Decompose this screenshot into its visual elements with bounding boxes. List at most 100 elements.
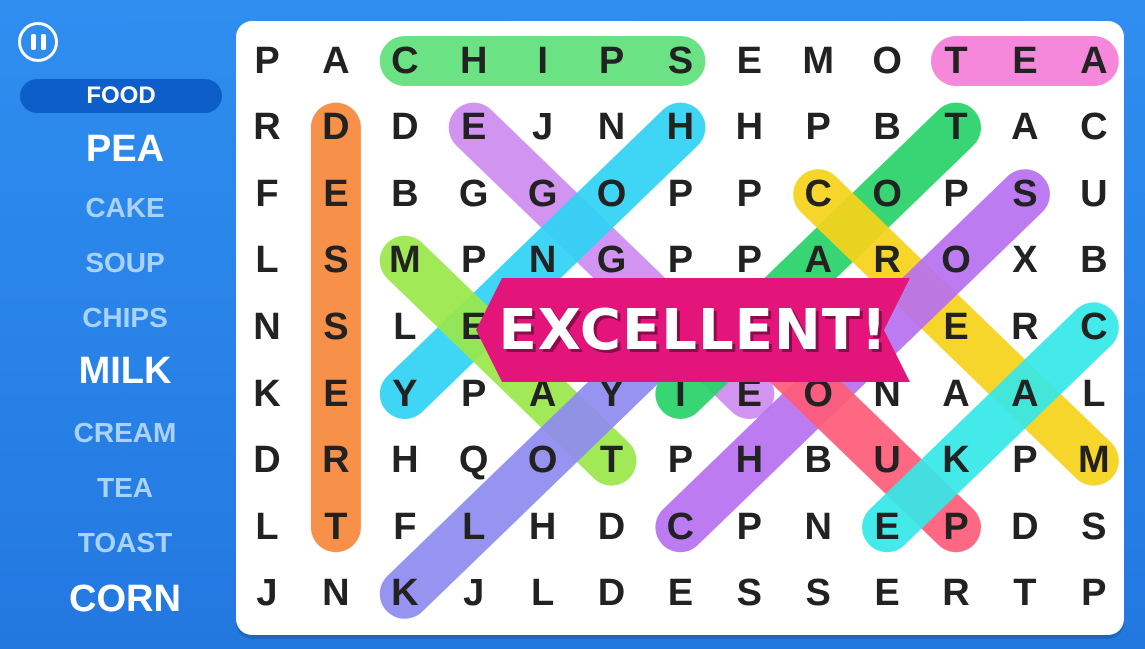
letter-cell[interactable]: E (441, 95, 507, 161)
letter-cell[interactable]: G (510, 161, 576, 227)
letter-cell[interactable]: P (647, 428, 713, 494)
letter-cell[interactable]: D (372, 95, 438, 161)
letter-cell[interactable]: C (1061, 294, 1127, 360)
letter-cell[interactable]: H (716, 428, 782, 494)
letter-cell[interactable]: A (992, 361, 1058, 427)
letter-cell[interactable]: H (716, 95, 782, 161)
letter-cell[interactable]: R (234, 95, 300, 161)
letter-cell[interactable]: E (303, 161, 369, 227)
letter-cell[interactable]: F (234, 161, 300, 227)
letter-cell[interactable]: P (923, 494, 989, 560)
letter-cell[interactable]: N (234, 294, 300, 360)
letter-cell[interactable]: G (441, 161, 507, 227)
letter-cell[interactable]: T (303, 494, 369, 560)
letter-cell[interactable]: M (1061, 428, 1127, 494)
letter-cell[interactable]: P (647, 161, 713, 227)
letter-cell[interactable]: R (923, 561, 989, 627)
letter-cell[interactable]: O (510, 428, 576, 494)
letter-cell[interactable]: L (441, 494, 507, 560)
letter-cell[interactable]: S (1061, 494, 1127, 560)
letter-cell[interactable]: S (716, 561, 782, 627)
letter-cell[interactable]: P (716, 494, 782, 560)
pause-icon-bar (40, 34, 46, 50)
letter-cell[interactable]: O (854, 161, 920, 227)
letter-cell[interactable]: S (992, 161, 1058, 227)
letter-cell[interactable]: E (303, 361, 369, 427)
letter-cell[interactable]: C (647, 494, 713, 560)
letter-cell[interactable]: D (992, 494, 1058, 560)
letter-cell[interactable]: X (992, 228, 1058, 294)
letter-cell[interactable]: D (579, 494, 645, 560)
letter-cell[interactable]: O (579, 161, 645, 227)
letter-cell[interactable]: P (992, 428, 1058, 494)
letter-cell[interactable]: M (372, 228, 438, 294)
letter-cell[interactable]: E (923, 294, 989, 360)
letter-cell[interactable]: L (1061, 361, 1127, 427)
letter-cell[interactable]: S (785, 561, 851, 627)
letter-cell[interactable]: K (923, 428, 989, 494)
letter-cell[interactable]: C (1061, 95, 1127, 161)
letter-cell[interactable]: C (785, 161, 851, 227)
letter-cell[interactable]: D (234, 428, 300, 494)
letter-cell[interactable]: H (510, 494, 576, 560)
letter-cell[interactable]: F (372, 494, 438, 560)
letter-cell[interactable]: S (647, 28, 713, 94)
letter-cell[interactable]: T (992, 561, 1058, 627)
letter-cell[interactable]: A (1061, 28, 1127, 94)
letter-cell[interactable]: L (510, 561, 576, 627)
letter-cell[interactable]: S (303, 228, 369, 294)
letter-cell[interactable]: I (510, 28, 576, 94)
letter-cell[interactable]: P (716, 161, 782, 227)
letter-cell[interactable]: Y (372, 361, 438, 427)
letter-cell[interactable]: P (1061, 561, 1127, 627)
letter-cell[interactable]: P (785, 95, 851, 161)
letter-cell[interactable]: U (854, 428, 920, 494)
letter-cell[interactable]: E (716, 28, 782, 94)
letter-cell[interactable]: H (647, 95, 713, 161)
letter-cell[interactable]: B (854, 95, 920, 161)
letter-cell[interactable]: B (785, 428, 851, 494)
letter-cell[interactable]: E (854, 494, 920, 560)
letter-cell[interactable]: N (785, 494, 851, 560)
letter-cell[interactable]: P (579, 28, 645, 94)
letter-cell[interactable]: R (992, 294, 1058, 360)
letter-cell[interactable]: L (234, 228, 300, 294)
letter-cell[interactable]: M (785, 28, 851, 94)
letter-cell[interactable]: N (579, 95, 645, 161)
letter-cell[interactable]: U (1061, 161, 1127, 227)
letter-cell[interactable]: H (372, 428, 438, 494)
letter-cell[interactable]: L (372, 294, 438, 360)
letter-cell[interactable]: B (372, 161, 438, 227)
letter-cell[interactable]: P (923, 161, 989, 227)
letter-cell[interactable]: S (303, 294, 369, 360)
letter-cell[interactable]: E (992, 28, 1058, 94)
letter-cell[interactable]: D (579, 561, 645, 627)
letter-cell[interactable]: P (234, 28, 300, 94)
letter-cell[interactable]: N (303, 561, 369, 627)
letter-cell[interactable]: A (992, 95, 1058, 161)
letter-cell[interactable]: R (303, 428, 369, 494)
letter-cell[interactable]: Q (441, 428, 507, 494)
letter-cell[interactable]: B (1061, 228, 1127, 294)
letter-cell[interactable]: A (923, 361, 989, 427)
letter-cell[interactable]: T (579, 428, 645, 494)
letter-cell[interactable]: C (372, 28, 438, 94)
letter-cell[interactable]: J (441, 561, 507, 627)
pause-button[interactable] (18, 22, 58, 62)
letter-cell[interactable]: E (854, 561, 920, 627)
letter-cell[interactable]: T (923, 28, 989, 94)
letter-cell[interactable]: J (234, 561, 300, 627)
letter-cell[interactable]: D (303, 95, 369, 161)
letter-cell[interactable]: A (303, 28, 369, 94)
letter-cell[interactable]: J (510, 95, 576, 161)
letter-cell[interactable]: O (854, 28, 920, 94)
letter-cell[interactable]: O (923, 228, 989, 294)
excellent-banner: EXCELLENT! (476, 278, 910, 382)
letter-cell[interactable]: K (372, 561, 438, 627)
letter-cell[interactable]: L (234, 494, 300, 560)
word-pea: PEA (85, 128, 165, 170)
letter-cell[interactable]: E (647, 561, 713, 627)
letter-cell[interactable]: H (441, 28, 507, 94)
letter-cell[interactable]: K (234, 361, 300, 427)
letter-cell[interactable]: T (923, 95, 989, 161)
